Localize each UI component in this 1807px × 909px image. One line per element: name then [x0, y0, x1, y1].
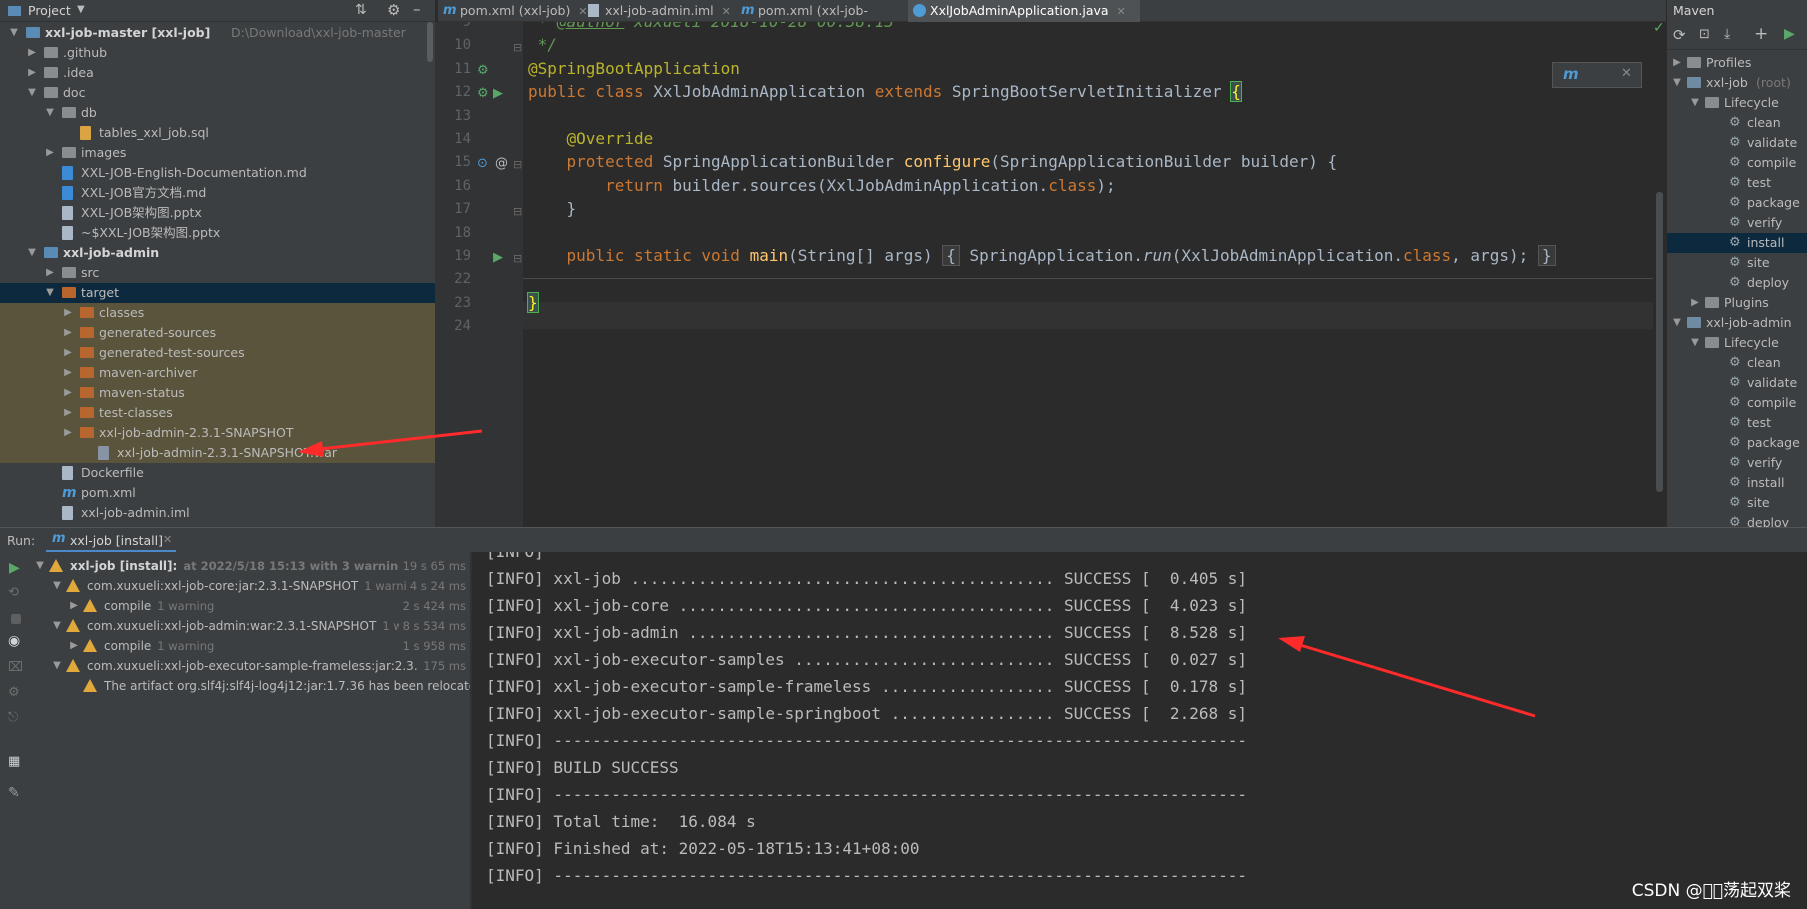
- arrow-to-admin-time: [1278, 636, 1536, 718]
- csdn-watermark: CSDN @  荡起双桨: [1631, 881, 1791, 901]
- annotation-arrows: [298, 429, 1536, 718]
- arrow-to-war-file: [298, 429, 483, 457]
